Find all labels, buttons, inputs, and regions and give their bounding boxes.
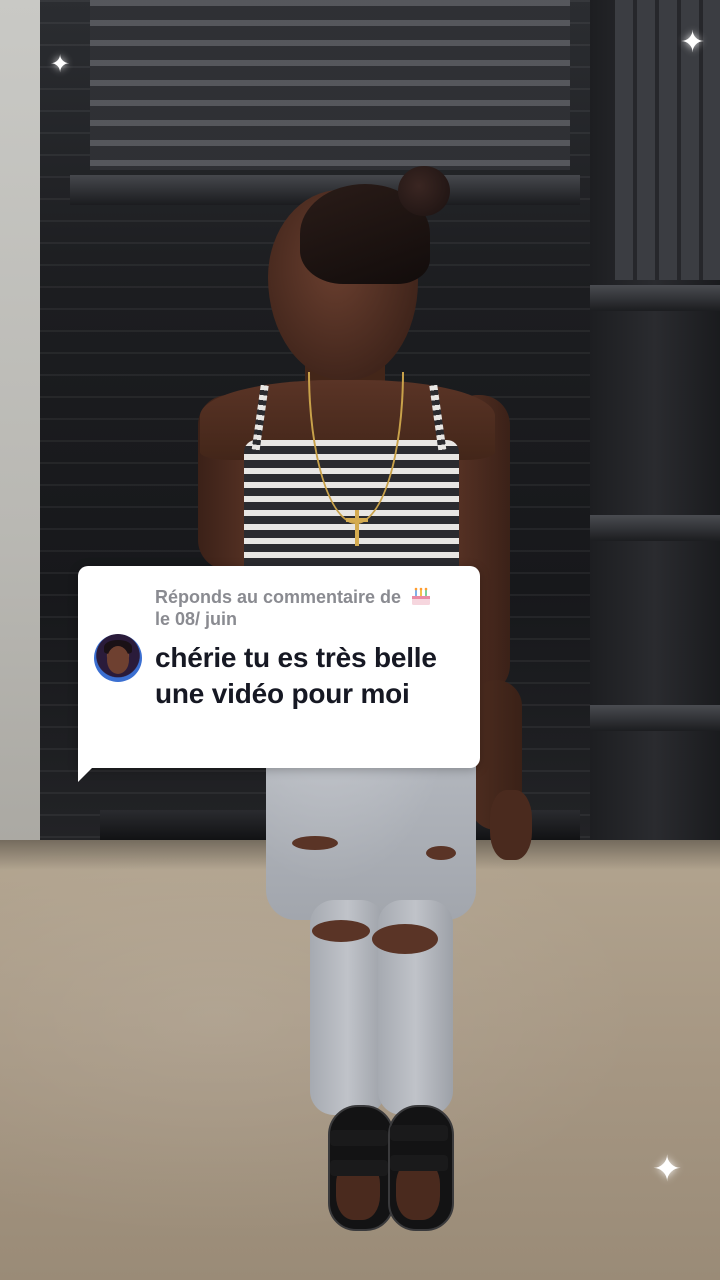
cross-pendant: [346, 518, 368, 522]
sandal-strap: [330, 1160, 388, 1176]
sparkle-icon: ✦: [50, 50, 71, 78]
sandal-strap: [330, 1130, 388, 1146]
comment-text: chérie tu es très belle une vidéo pour m…: [155, 642, 437, 709]
right-hand: [490, 790, 532, 860]
sandal-strap: [390, 1125, 448, 1141]
reply-header-prefix: Réponds au commentaire de: [155, 587, 402, 607]
reply-header-date: le 08/ juin: [155, 609, 238, 629]
commenter-avatar[interactable]: [94, 634, 142, 682]
hair-bun: [398, 166, 450, 216]
reply-header: Réponds au commentaire de le 08/ juin: [155, 586, 465, 630]
birthday-cake-icon: [412, 587, 431, 605]
jeans-rip: [426, 846, 456, 860]
jeans-rip: [312, 920, 370, 942]
video-frame[interactable]: ✦ ✦ ✦ Réponds au commentaire de le 08/ j…: [0, 0, 720, 1280]
cross-pendant: [355, 510, 359, 546]
sparkle-icon: ✦: [680, 25, 706, 60]
sandal-strap: [390, 1155, 448, 1171]
avatar-face: [107, 646, 129, 674]
jeans-rip: [292, 836, 338, 850]
jeans-rip: [372, 924, 438, 954]
reply-comment-sticker[interactable]: Réponds au commentaire de le 08/ juin ch…: [78, 566, 480, 768]
sticker-tail: [78, 766, 94, 782]
sparkle-icon: ✦: [652, 1149, 683, 1190]
